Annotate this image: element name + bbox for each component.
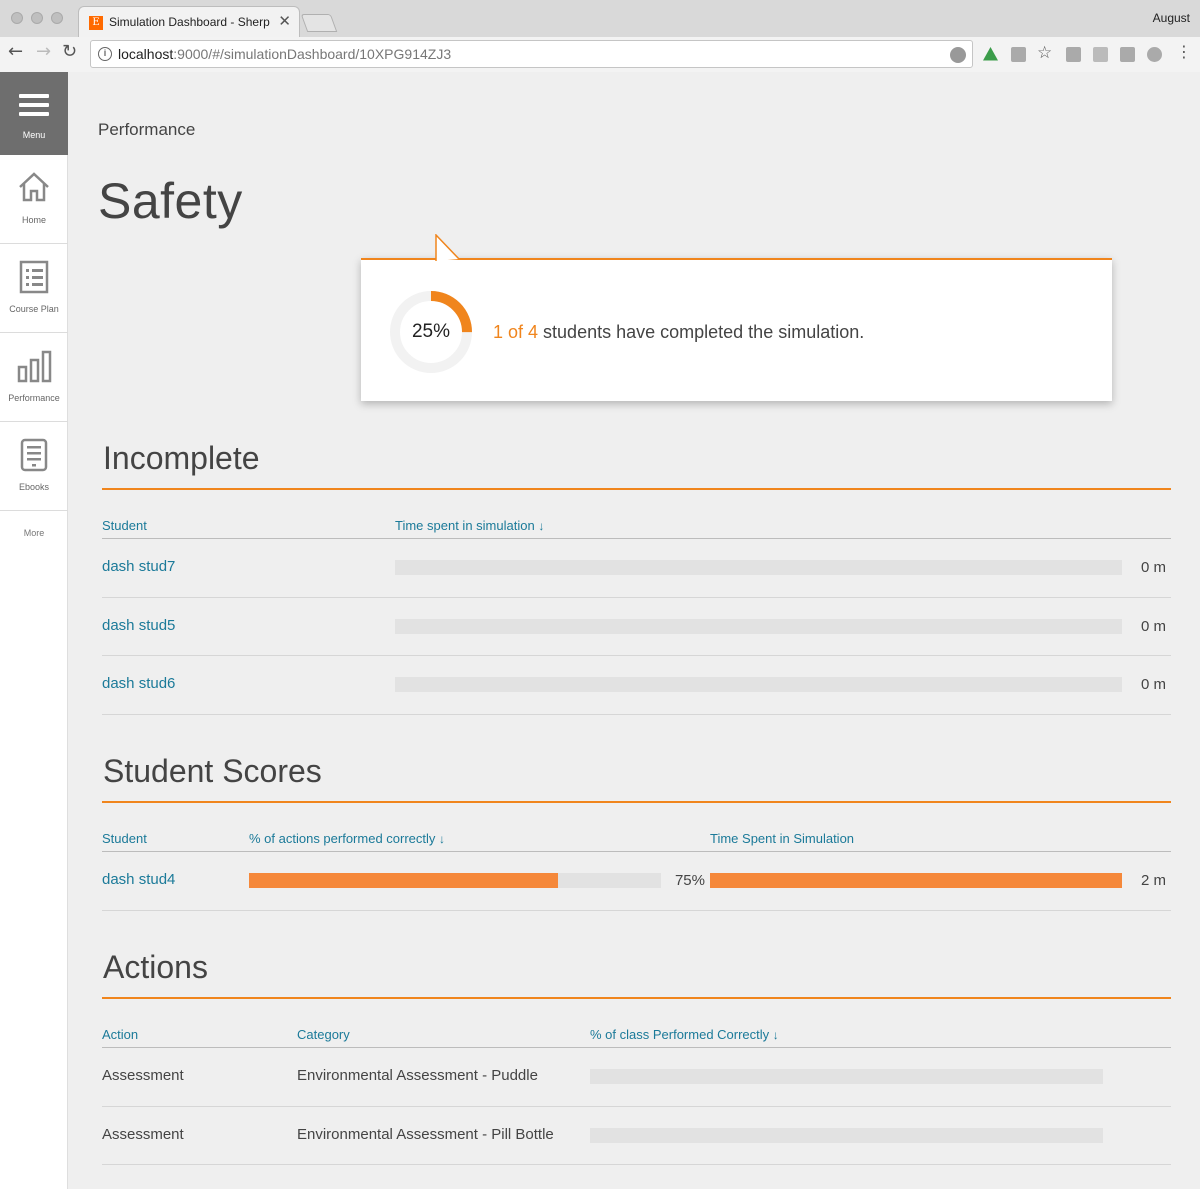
nav-label: Home xyxy=(21,215,46,225)
nav-label: Performance xyxy=(8,393,60,403)
nav-item-performance[interactable]: Performance xyxy=(0,333,68,422)
completion-callout: 25% 1 of 4 students have completed the s… xyxy=(361,258,1112,401)
new-tab-button[interactable] xyxy=(300,14,338,32)
left-nav: Menu Home Course Plan Performance Ebooks… xyxy=(0,72,68,1189)
nav-item-home[interactable]: Home xyxy=(0,155,68,244)
student-link[interactable]: dash stud4 xyxy=(102,871,175,888)
browser-toolbar: ← → ↻ i localhost:9000/#/simulationDashb… xyxy=(0,37,1200,72)
action-cell: Assessment xyxy=(102,1126,184,1143)
address-bar[interactable]: i localhost:9000/#/simulationDashboard/1… xyxy=(90,40,973,68)
col-head-time[interactable]: Time Spent in Simulation xyxy=(710,831,854,846)
extension-icon[interactable] xyxy=(1120,47,1135,62)
tab-close-icon[interactable]: ✕ xyxy=(278,12,291,30)
time-value: 0 m xyxy=(1140,676,1166,693)
section-title-actions: Actions xyxy=(103,949,208,985)
tab-bar: E Simulation Dashboard - Sherp ✕ August xyxy=(0,0,1200,37)
browser-menu-icon[interactable]: ⋮ xyxy=(1176,42,1192,61)
row-rule xyxy=(102,1106,1171,1107)
time-value: 0 m xyxy=(1140,559,1166,576)
completion-text: 1 of 4 students have completed the simul… xyxy=(493,322,865,342)
col-head-student[interactable]: Student xyxy=(102,518,147,533)
time-value: 0 m xyxy=(1140,618,1166,635)
sort-arrow-icon: ↓ xyxy=(439,832,446,846)
reload-icon[interactable]: ↻ xyxy=(62,41,77,62)
action-bar xyxy=(590,1128,1103,1143)
forward-arrow-icon[interactable]: → xyxy=(36,41,51,62)
nav-item-ebooks[interactable]: Ebooks xyxy=(0,422,68,511)
tab-title: Simulation Dashboard - Sherp xyxy=(109,15,270,29)
section-rule xyxy=(102,488,1171,490)
col-head-category[interactable]: Category xyxy=(297,1027,350,1042)
menu-label: Menu xyxy=(22,130,46,140)
section-title-scores: Student Scores xyxy=(103,753,322,789)
favicon-icon: E xyxy=(89,16,103,30)
page-action-icon[interactable] xyxy=(950,47,966,63)
home-icon xyxy=(19,172,49,202)
extension-icon[interactable] xyxy=(1093,47,1108,62)
action-cell: Assessment xyxy=(102,1067,184,1084)
action-bar xyxy=(590,1069,1103,1084)
time-value: 2 m xyxy=(1140,872,1166,889)
info-icon[interactable]: i xyxy=(98,47,112,61)
url-text: localhost:9000/#/simulationDashboard/10X… xyxy=(118,46,452,62)
col-head-student[interactable]: Student xyxy=(102,831,147,846)
row-rule xyxy=(102,597,1171,598)
header-rule xyxy=(102,1047,1171,1048)
browser-chrome: E Simulation Dashboard - Sherp ✕ August … xyxy=(0,0,1200,72)
minimize-window-button[interactable] xyxy=(31,12,43,24)
student-link[interactable]: dash stud7 xyxy=(102,558,175,575)
extension-icon[interactable] xyxy=(1147,47,1162,62)
profile-name[interactable]: August xyxy=(1153,11,1190,25)
row-rule xyxy=(102,714,1171,715)
col-head-time[interactable]: Time spent in simulation ↓ xyxy=(395,518,544,533)
col-head-pct[interactable]: % of class Performed Correctly ↓ xyxy=(590,1027,779,1042)
category-cell: Environmental Assessment - Pill Bottle xyxy=(297,1126,554,1143)
completion-percent: 25% xyxy=(411,321,451,342)
callout-pointer xyxy=(435,234,460,261)
section-rule xyxy=(102,997,1171,999)
sort-arrow-icon: ↓ xyxy=(538,519,545,533)
header-rule xyxy=(102,538,1171,539)
section-title-incomplete: Incomplete xyxy=(103,440,260,476)
breadcrumb[interactable]: Performance xyxy=(98,120,195,140)
menu-button[interactable]: Menu xyxy=(0,72,68,155)
extension-icon[interactable] xyxy=(1011,47,1026,62)
ebook-icon xyxy=(20,438,48,472)
header-rule xyxy=(102,851,1171,852)
drive-icon[interactable] xyxy=(983,47,998,61)
sort-arrow-icon: ↓ xyxy=(772,1028,779,1042)
maximize-window-button[interactable] xyxy=(51,12,63,24)
student-link[interactable]: dash stud6 xyxy=(102,675,175,692)
score-bar xyxy=(249,873,661,888)
close-window-button[interactable] xyxy=(11,12,23,24)
row-rule xyxy=(102,910,1171,911)
row-rule xyxy=(102,655,1171,656)
section-rule xyxy=(102,801,1171,803)
score-value: 75% xyxy=(674,872,705,889)
time-bar xyxy=(395,619,1122,634)
course-plan-icon xyxy=(19,260,49,294)
col-head-action[interactable]: Action xyxy=(102,1027,138,1042)
nav-item-course-plan[interactable]: Course Plan xyxy=(0,244,68,333)
extension-icon[interactable] xyxy=(1066,47,1081,62)
main-content: Performance Safety 25% 1 of 4 students h… xyxy=(69,72,1200,1189)
browser-tab[interactable]: E Simulation Dashboard - Sherp ✕ xyxy=(78,6,300,37)
nav-label: Ebooks xyxy=(18,482,50,492)
row-rule xyxy=(102,1164,1171,1165)
back-arrow-icon[interactable]: ← xyxy=(8,41,23,62)
time-bar xyxy=(395,560,1122,575)
bookmark-star-icon[interactable]: ☆ xyxy=(1037,43,1052,63)
student-link[interactable]: dash stud5 xyxy=(102,617,175,634)
bar-chart-icon xyxy=(17,350,52,383)
time-bar xyxy=(395,677,1122,692)
time-bar xyxy=(710,873,1122,888)
nav-label: Course Plan xyxy=(9,304,59,314)
col-head-pct[interactable]: % of actions performed correctly ↓ xyxy=(249,831,445,846)
category-cell: Environmental Assessment - Puddle xyxy=(297,1067,538,1084)
nav-more[interactable]: More xyxy=(0,528,68,538)
page-title: Safety xyxy=(98,173,243,229)
